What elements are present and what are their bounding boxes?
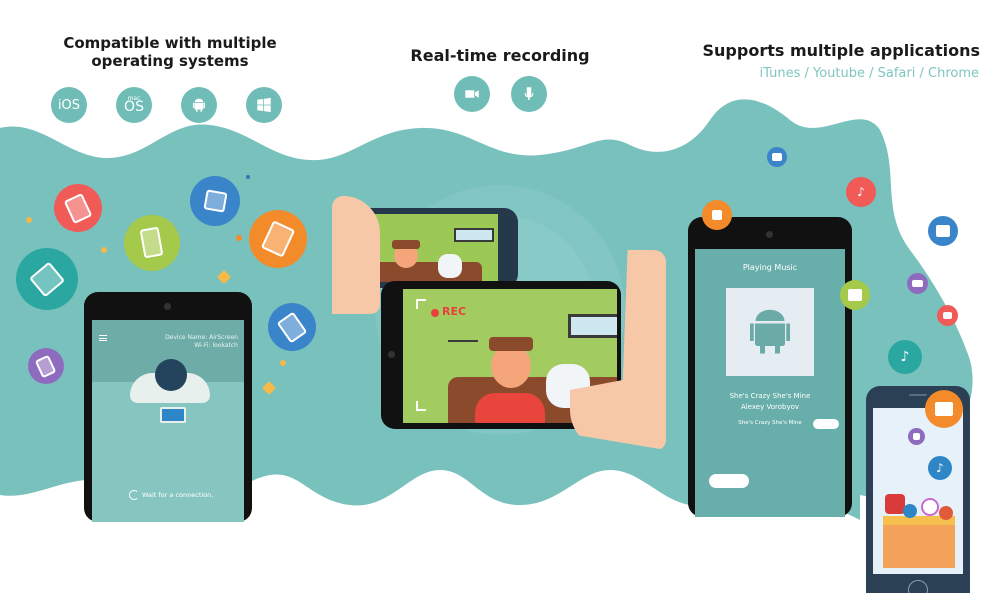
monitor-icon — [202, 189, 228, 213]
sparkle-dot — [246, 175, 250, 179]
device-bubble-green — [124, 215, 180, 271]
video-clapper-icon — [907, 273, 928, 294]
connection-status: Wait for a connection. — [142, 491, 214, 499]
box-illustration — [883, 516, 955, 568]
song-title: She's Crazy She's Mine — [729, 392, 811, 400]
device-bubble-blue — [190, 176, 240, 226]
home-button[interactable] — [908, 580, 928, 593]
loading-spinner-icon — [129, 490, 139, 500]
video-clapper-icon — [840, 280, 870, 310]
youtube-icon — [885, 494, 905, 514]
tablet-icon — [63, 192, 93, 224]
video-camera-icon — [454, 76, 490, 112]
windows-icon — [246, 87, 282, 123]
earpiece — [909, 394, 927, 396]
photo-app-icon — [937, 305, 958, 326]
ios-label: iOS — [57, 97, 81, 113]
artist-name: Alexey Vorobyov — [740, 403, 800, 411]
video-clapper-icon — [928, 216, 958, 246]
device-bubble-purple — [28, 348, 64, 384]
front-camera — [766, 231, 773, 238]
music-note-icon: ♪ — [928, 456, 952, 480]
cloud — [709, 474, 749, 488]
device-bubble-red — [54, 184, 102, 232]
music-note-icon: ♪ — [888, 340, 922, 374]
android-icon — [181, 87, 217, 123]
applications-heading: Supports multiple applications — [702, 41, 980, 60]
playing-music-title: Playing Music — [742, 263, 798, 272]
album-art — [726, 288, 814, 376]
tablet-icon — [35, 354, 57, 378]
video-clapper-icon — [925, 390, 963, 428]
itunes-icon — [921, 498, 939, 516]
compatibility-title-line1: Compatible with multiple — [63, 34, 277, 52]
device-bubble-teal — [16, 248, 78, 310]
chrome-icon — [939, 506, 953, 520]
left-hand — [332, 196, 380, 314]
boy-hair — [489, 337, 533, 351]
front-camera — [164, 303, 171, 310]
sparkle-dot — [236, 235, 242, 241]
device-bubble-blue-small — [268, 303, 316, 351]
device-bubble-orange — [249, 210, 307, 268]
cloud — [813, 419, 839, 429]
sparkle-dot — [26, 217, 32, 223]
tablet-icon — [260, 220, 296, 258]
boy-body — [475, 393, 545, 423]
sparkle-dot — [280, 360, 286, 366]
recording-heading: Real-time recording — [410, 46, 590, 65]
wall-picture — [568, 314, 617, 338]
compatibility-title-line2: operating systems — [91, 52, 249, 70]
rec-indicator-dot — [431, 309, 439, 317]
music-screen: Playing Music She's Crazy She's Mine Ale… — [695, 249, 845, 517]
android-icon — [750, 309, 790, 354]
left-phone-screen: Device Name: AirScreen Wi-Fi: lookatch W… — [92, 320, 244, 522]
microphone-icon — [511, 76, 547, 112]
rec-label: REC — [442, 305, 467, 318]
tablet-icon — [276, 310, 308, 343]
music-phone: Playing Music She's Crazy She's Mine Ale… — [688, 217, 852, 517]
video-clapper-icon — [767, 147, 787, 167]
viewfinder-corner — [416, 401, 426, 411]
ios-icon: iOS — [51, 87, 87, 123]
macos-icon: mac OS — [116, 87, 152, 123]
photo-app-icon — [702, 200, 732, 230]
left-phone: Device Name: AirScreen Wi-Fi: lookatch W… — [84, 292, 252, 522]
wifi-name: Wi-Fi: lookatch — [194, 342, 238, 349]
photo-app-icon — [908, 428, 925, 445]
viewfinder-corner — [416, 299, 426, 309]
music-note-icon: ♪ — [846, 177, 876, 207]
front-camera — [388, 351, 395, 358]
phone-icon — [140, 227, 164, 259]
hamburger-menu-icon[interactable] — [99, 335, 107, 341]
sparkle-dot — [101, 247, 107, 253]
applications-subtitle: iTunes / Youtube / Safari / Chrome — [759, 66, 979, 81]
safari-icon — [903, 504, 917, 518]
compatibility-heading: Compatible with multiple operating syste… — [40, 34, 300, 70]
phone-icon — [29, 261, 65, 297]
device-name: Device Name: AirScreen — [165, 334, 238, 341]
macos-label: OS — [124, 99, 144, 116]
wall-shelf — [448, 340, 478, 342]
person-illustration — [122, 355, 220, 445]
iphone-screen: ♪ — [873, 408, 963, 574]
